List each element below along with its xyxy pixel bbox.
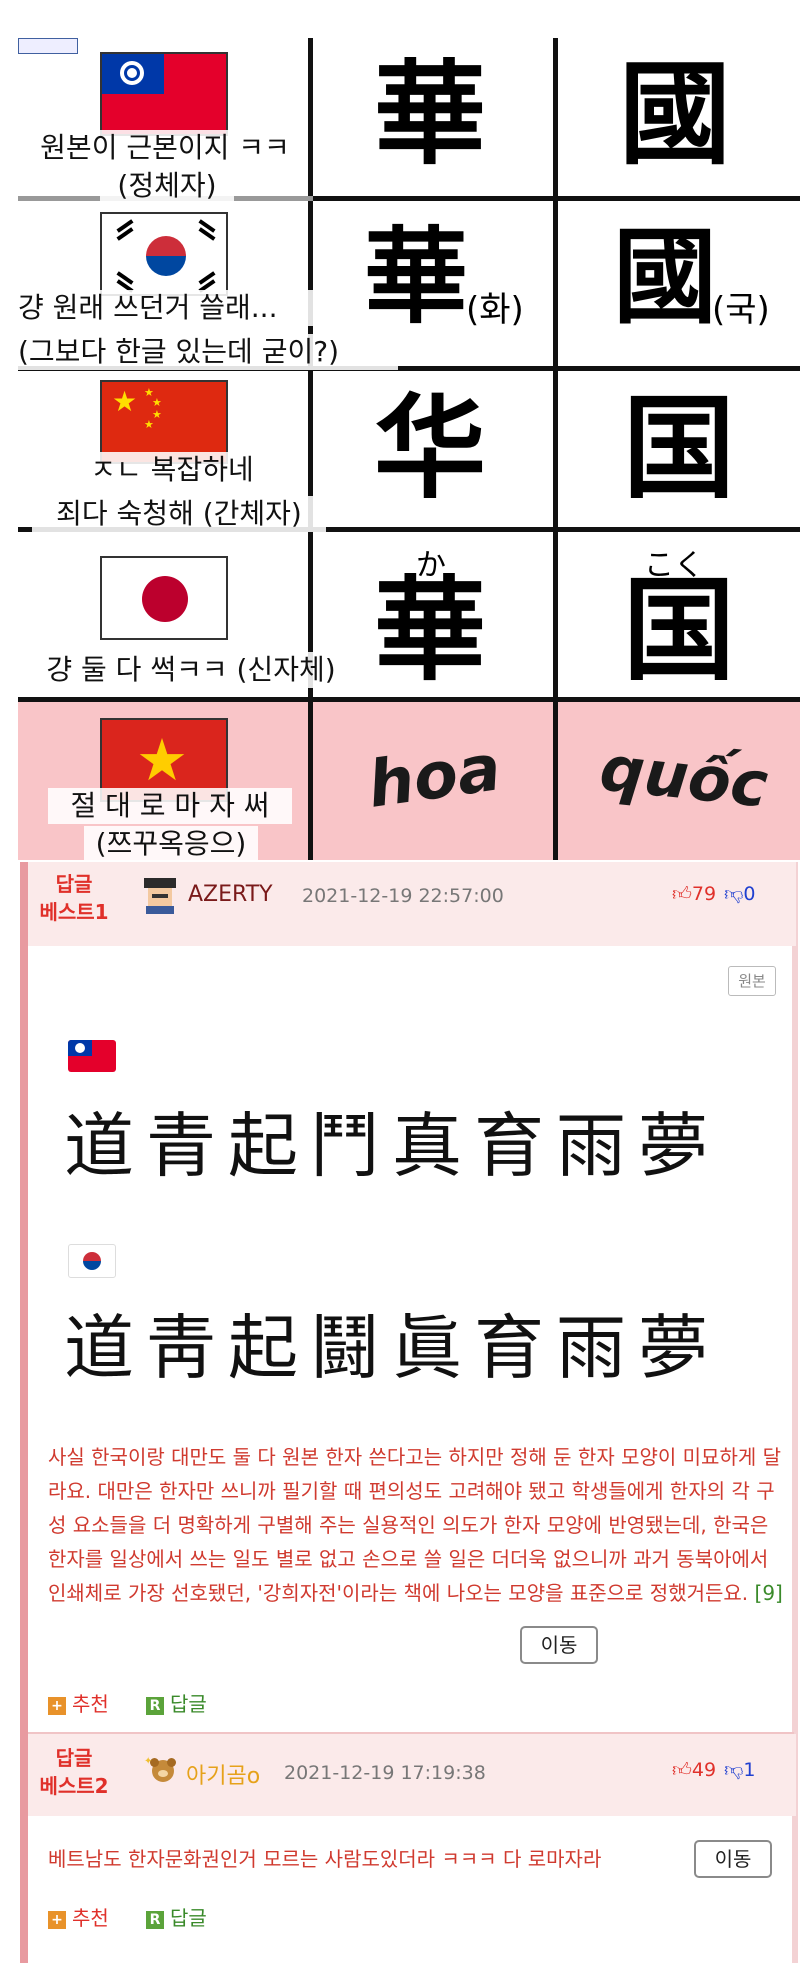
best-label-line2: 베스트1 [39,900,109,924]
caption-vietnam-line1: 절 대 로 마 자 써 [48,788,292,824]
recommend-button[interactable]: + 추천 [48,1902,109,1931]
like-count: 49 [691,1759,717,1781]
vote-box: 👍︎79 👎︎0 [672,883,755,906]
taiwan-flag-icon [68,1040,116,1072]
comment-date: 2021-12-19 17:19:38 [284,1762,486,1784]
thumbs-up-icon[interactable]: 👍︎ [672,1759,692,1781]
best-label-line1: 답글 [55,1746,93,1770]
original-image-badge[interactable]: 원본 [728,966,776,996]
best-label: 답글 베스트2 [34,1744,114,1800]
grid-line [313,196,800,201]
like-count: 79 [691,883,717,905]
comment-date: 2021-12-19 22:57:00 [302,885,504,907]
comment-text: 사실 한국이랑 대만도 둘 다 원본 한자 쓴다고는 하지만 정해 둔 한자 모… [48,1440,790,1610]
taiwan-hanja-row: 道青起鬥真育雨夢 [64,1105,720,1187]
reply-button[interactable]: R 답글 [146,1688,207,1717]
plus-icon: + [48,1696,66,1715]
grid-line [308,38,313,860]
caption-taiwan-line1: 원본이 근본이지 ㅋㅋ [22,130,308,166]
korea-char-guo-reading: (국) [712,290,770,330]
caption-china-line1: ㅈㄴ 복잡하네 [70,452,274,488]
best-label-line1: 답글 [55,872,93,896]
taiwan-char-guo: 國 [619,49,731,180]
recommend-label: 추천 [72,1906,109,1930]
comment-side-bar [20,862,28,1963]
footnote-link[interactable]: [9] [755,1581,783,1605]
comment-text-body: 사실 한국이랑 대만도 둘 다 원본 한자 쓴다고는 하지만 정해 둔 한자 모… [48,1445,782,1605]
thumbs-up-icon[interactable]: 👍︎ [672,883,692,905]
watermark-badge [18,38,78,54]
grid-line [553,38,558,860]
reply-button[interactable]: R 답글 [146,1902,207,1931]
china-char-hua: 华 [374,383,486,514]
caption-japan-line1: 걍 둘 다 썩ㅋㅋ (신자체) [22,652,360,688]
korea-flag [100,212,228,296]
korea-char-hua-reading: (화) [466,290,524,330]
reply-icon: R [146,1696,164,1715]
japan-flag [100,556,228,640]
move-button[interactable]: 이동 [694,1840,772,1878]
grid-line [18,697,800,702]
korea-char-hua: 華 [363,215,468,338]
thumbs-down-icon[interactable]: 👎︎ [724,1759,743,1781]
china-char-guo: 国 [623,383,735,514]
best-label-line2: 베스트2 [39,1774,109,1798]
reply-label: 답글 [170,1906,207,1930]
comment-list: 답글 베스트1 AZERTY 2021-12-19 22:57:00 👍︎79 … [20,862,798,1963]
korea-char-guo: 國 [612,215,717,338]
move-button[interactable]: 이동 [520,1626,598,1664]
recommend-label: 추천 [72,1692,109,1716]
reply-icon: R [146,1910,164,1929]
best-label: 답글 베스트1 [34,870,114,926]
bear-avatar-icon[interactable]: ✦ [144,1754,180,1790]
comment-text: 베트남도 한자문화권인거 모르는 사람도있더라 ㅋㅋㅋ 다 로마자라 [48,1847,602,1871]
plus-icon: + [48,1910,66,1929]
avatar[interactable] [142,878,178,914]
caption-vietnam-line2: (쯔꾸옥응으) [84,826,258,862]
japan-char-guo: 国 [623,565,735,696]
japan-char-hua: 華 [374,565,486,696]
taiwan-flag [100,52,228,136]
dislike-count: 1 [743,1759,756,1781]
taiwan-char-hua: 華 [374,49,486,180]
caption-taiwan-line2: (정체자) [100,168,234,204]
nickname[interactable]: AZERTY [188,882,273,907]
nickname[interactable]: 아기곰o [186,1758,260,1790]
korea-flag-icon [68,1244,116,1278]
recommend-button[interactable]: + 추천 [48,1688,109,1717]
reply-label: 답글 [170,1692,207,1716]
thumbs-down-icon[interactable]: 👎︎ [724,883,743,905]
caption-korea-line2: (그보다 한글 있는데 굳이?) [16,334,398,370]
caption-china-line2: 죄다 숙청해 (간체자) [32,496,326,532]
vote-box: 👍︎49 👎︎1 [672,1759,755,1782]
caption-korea-line1: 걍 원래 쓰던거 쓸래... [16,290,320,326]
meme-image: ★ ★ ★ ★ ★ ★ 원본이 근본이지 ㅋㅋ (정체자) 걍 원래 쓰던거 쓸… [0,0,800,862]
korea-hanja-row: 道靑起鬪眞育雨夢 [64,1307,720,1389]
dislike-count: 0 [743,883,756,905]
